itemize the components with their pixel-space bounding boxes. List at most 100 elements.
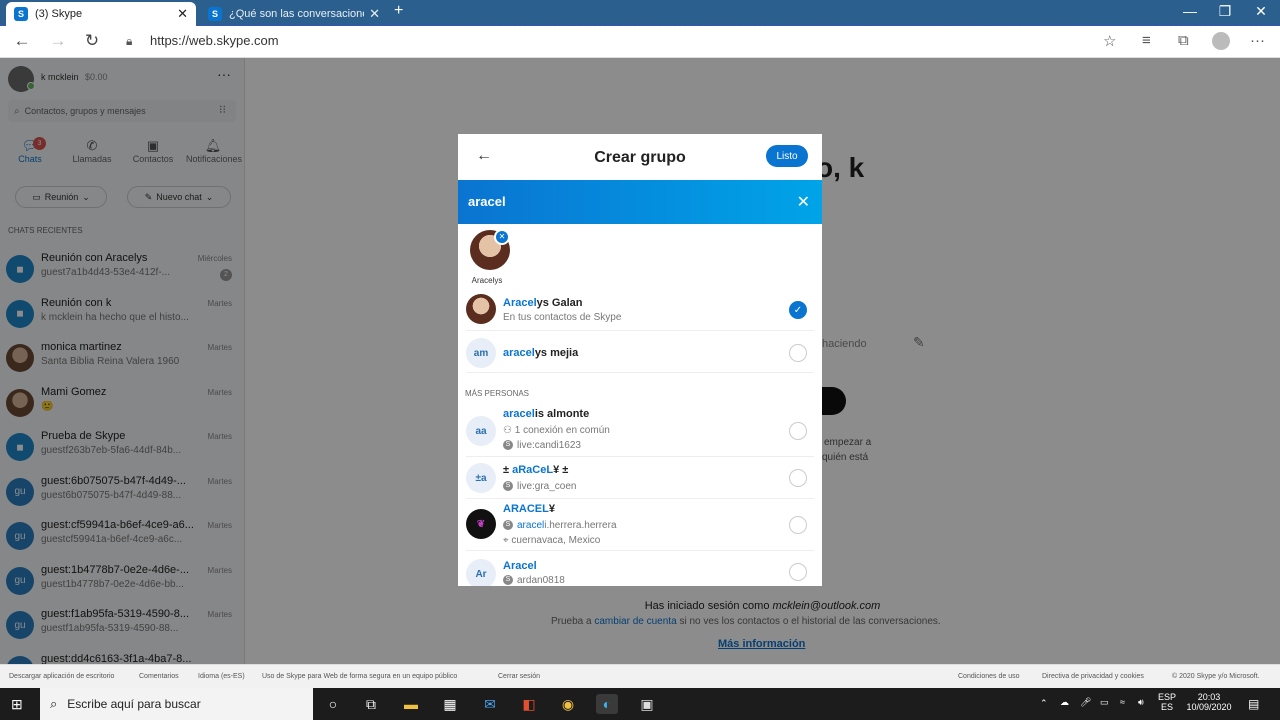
windows-taskbar: ⊞ ⌕ Escribe aquí para buscar ○ ⧉ ▬ ▦ ✉ ◧…	[0, 688, 1280, 720]
select-checkbox[interactable]	[789, 516, 807, 534]
done-button[interactable]: Listo	[766, 145, 808, 167]
favorites-list-icon[interactable]: ≡	[1142, 32, 1151, 49]
forward-icon[interactable]: →	[46, 31, 70, 51]
select-checkbox[interactable]	[789, 344, 807, 362]
back-icon[interactable]: ←	[10, 31, 34, 51]
address-bar: ← → ↻ 🔒︎ https://web.skype.com ☆ ≡ ⧉ ···	[0, 26, 1280, 58]
avatar	[466, 294, 496, 324]
taskbar-search-input[interactable]: Escribe aquí para buscar	[67, 697, 200, 711]
avatar: Ar	[466, 559, 496, 586]
language-indicator[interactable]: ESP ES	[1158, 692, 1176, 712]
taskbar-search[interactable]: ⌕ Escribe aquí para buscar	[40, 688, 313, 720]
new-tab-button[interactable]: +	[394, 2, 403, 20]
contact-name: ± aRaCeL¥ ±	[503, 464, 569, 476]
tab-skype[interactable]: S (3) Skype ✕	[6, 2, 196, 26]
cortana-icon[interactable]: ○	[322, 694, 344, 714]
contact-name: Aracelys Galan	[503, 297, 583, 309]
skype-icon: S	[503, 440, 513, 451]
refresh-icon[interactable]: ↻	[80, 31, 104, 51]
skype-icon: S	[14, 7, 28, 21]
contact-row[interactable]: ❦ ARACEL¥ Saraceli.herrera.herrera ⌖ cue…	[466, 501, 814, 551]
footer-copyright: © 2020 Skype y/o Microsoft.	[1172, 673, 1260, 680]
contact-row[interactable]: Ar Aracel Sardan0818	[466, 553, 814, 586]
contact-row[interactable]: ±a ± aRaCeL¥ ± Slive:gra_coen	[466, 459, 814, 499]
tab-conversaciones[interactable]: S ¿Qué son las conversaciones pri ✕	[200, 2, 388, 26]
more-menu-icon[interactable]: ···	[1250, 32, 1265, 49]
search-bar: aracel ✕	[458, 180, 822, 224]
selected-checkbox[interactable]: ✓	[789, 301, 807, 319]
avatar: aa	[466, 416, 496, 446]
footer-link[interactable]: Uso de Skype para Web de forma segura en…	[262, 673, 457, 680]
contact-skype-id: Slive:candi1623	[503, 440, 581, 451]
page-footer: Descargar aplicación de escritorio Comen…	[0, 664, 1280, 688]
search-input[interactable]: aracel	[468, 194, 506, 209]
profile-avatar[interactable]	[1212, 32, 1230, 50]
skype-icon: S	[503, 481, 513, 492]
skype-icon: S	[208, 7, 222, 21]
office-icon[interactable]: ◧	[518, 694, 540, 714]
footer-link[interactable]: Idioma (es-ES)	[198, 673, 245, 680]
url-field[interactable]: https://web.skype.com	[150, 33, 279, 48]
footer-link[interactable]: Comentarios	[139, 673, 179, 680]
avatar: ±a	[466, 463, 496, 493]
avatar: ❦	[466, 509, 496, 539]
footer-link[interactable]: Descargar aplicación de escritorio	[9, 673, 114, 680]
footer-link[interactable]: Directiva de privacidad y cookies	[1042, 673, 1144, 680]
language-code: ESP	[1158, 692, 1177, 702]
contact-name: ARACEL¥	[503, 503, 555, 515]
selected-contact-name: Aracelys	[471, 276, 503, 285]
create-group-dialog: ← Crear grupo Listo aracel ✕ ✕ Aracelys …	[458, 134, 822, 586]
lock-icon: 🔒︎	[126, 34, 133, 48]
contact-subtitle: ⚇ 1 conexión en común	[503, 425, 610, 436]
restore-icon[interactable]: ❐	[1210, 3, 1240, 20]
edge-icon[interactable]: ◐	[596, 694, 618, 714]
people-icon: ⚇	[503, 425, 515, 436]
mic-icon[interactable]: 🎤︎	[1080, 697, 1091, 708]
contact-name: aracelys mejia	[503, 347, 579, 359]
file-explorer-icon[interactable]: ▬	[400, 694, 422, 714]
task-view-icon[interactable]: ⧉	[360, 694, 382, 714]
close-tab-icon[interactable]: ✕	[369, 6, 380, 22]
footer-link[interactable]: Cerrar sesión	[498, 673, 540, 680]
contact-name: Aracel	[503, 560, 537, 572]
clock[interactable]: 20:03 10/09/2020	[1186, 692, 1232, 712]
skype-icon: S	[503, 575, 513, 586]
contact-name: aracelis almonte	[503, 408, 590, 420]
clear-search-icon[interactable]: ✕	[797, 192, 810, 212]
minimize-icon[interactable]: —	[1175, 3, 1205, 19]
contact-row[interactable]: aa aracelis almonte ⚇ 1 conexión en comú…	[466, 405, 814, 457]
tray-chevron-icon[interactable]: ⌃	[1040, 698, 1048, 709]
contact-location: ⌖ cuernavaca, Mexico	[503, 535, 601, 546]
contact-skype-id: Slive:gra_coen	[503, 481, 576, 492]
store-icon[interactable]: ▦	[439, 694, 461, 714]
mail-icon[interactable]: ✉	[479, 694, 501, 714]
dialog-header: ← Crear grupo Listo	[458, 134, 822, 180]
clock-date: 10/09/2020	[1186, 702, 1232, 712]
search-icon: ⌕	[50, 696, 58, 711]
select-checkbox[interactable]	[789, 469, 807, 487]
collections-icon[interactable]: ⧉	[1178, 32, 1189, 49]
windows-start-icon[interactable]: ⊞	[11, 696, 23, 713]
contact-skype-id: Saraceli.herrera.herrera	[503, 520, 617, 531]
contact-subtitle: En tus contactos de Skype	[503, 312, 622, 323]
tab-title: (3) Skype	[35, 8, 83, 20]
volume-icon[interactable]: 🔊︎	[1138, 697, 1144, 708]
wifi-icon[interactable]: ≈	[1120, 697, 1125, 707]
monitor-icon[interactable]: ▭	[1100, 697, 1109, 708]
cloud-icon[interactable]: ☁	[1060, 697, 1069, 708]
section-header: MÁS PERSONAS	[465, 389, 530, 398]
chrome-icon[interactable]: ◉	[557, 694, 579, 714]
notifications-icon[interactable]: ▤	[1248, 697, 1259, 711]
favorite-star-icon[interactable]: ☆	[1103, 32, 1116, 50]
contact-row[interactable]: am aracelys mejia	[466, 333, 814, 373]
app-icon[interactable]: ▣	[636, 694, 658, 714]
footer-link[interactable]: Condiciones de uso	[958, 673, 1020, 680]
select-checkbox[interactable]	[789, 563, 807, 581]
avatar: am	[466, 338, 496, 368]
remove-selected-icon[interactable]: ✕	[494, 229, 510, 245]
close-window-icon[interactable]: ✕	[1246, 3, 1276, 20]
close-tab-icon[interactable]: ✕	[177, 6, 188, 22]
select-checkbox[interactable]	[789, 422, 807, 440]
clock-time: 20:03	[1197, 692, 1221, 702]
contact-row[interactable]: Aracelys Galan En tus contactos de Skype…	[466, 286, 814, 331]
